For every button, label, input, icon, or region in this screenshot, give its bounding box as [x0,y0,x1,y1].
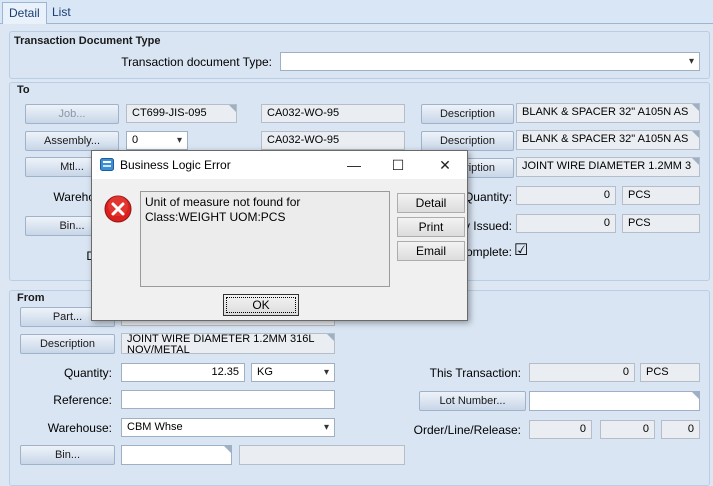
from-bin-button[interactable]: Bin... [20,445,115,465]
from-quantity-label: Quantity: [63,366,112,380]
complete-checkbox[interactable]: ☑ [514,243,530,259]
to-group-title: To [17,84,30,96]
reference-input[interactable] [121,390,335,409]
release-field: 0 [661,420,700,439]
to-description-field-1[interactable]: BLANK & SPACER 32" A105N AS [516,103,700,123]
ok-button[interactable]: OK [223,294,299,316]
error-message: Unit of measure not found for Class:WEIG… [140,191,390,287]
qty-issued-uom: PCS [622,214,700,233]
from-description-button[interactable]: Description [20,334,115,354]
from-group-title: From [17,292,45,304]
from-bin-description [239,445,405,465]
job-button[interactable]: Job... [25,104,119,124]
tab-detail[interactable]: Detail [2,2,47,24]
this-transaction-field: 0 [529,363,635,382]
assembly-description-field: CA032-WO-95 [261,131,405,150]
order-line-release-label: Order/Line/Release: [413,423,521,437]
print-button[interactable]: Print [397,217,465,237]
lot-number-button[interactable]: Lot Number... [419,391,526,411]
business-logic-error-dialog: Business Logic Error — ☐ ✕ Unit of measu… [91,150,468,321]
from-bin-input[interactable] [121,445,232,465]
tab-list[interactable]: List [46,2,77,24]
from-warehouse-dropdown[interactable]: CBM Whse [121,418,335,437]
this-transaction-label: This Transaction: [429,366,521,380]
minimize-button[interactable]: — [337,155,371,175]
to-description-field-3[interactable]: JOINT WIRE DIAMETER 1.2MM 3 [516,157,700,177]
to-warehouse-label: Wareho [53,190,95,204]
to-description-button-1[interactable]: Description [421,104,514,124]
this-transaction-uom: PCS [640,363,700,382]
job-description-field: CA032-WO-95 [261,104,405,123]
tab-bar [0,0,713,24]
line-field: 0 [600,420,655,439]
to-description-button-2[interactable]: Description [421,131,514,151]
transaction-doc-type-dropdown[interactable] [280,52,700,71]
maximize-button[interactable]: ☐ [381,155,415,175]
error-icon [104,195,132,223]
to-quantity-uom: PCS [622,186,700,205]
order-field: 0 [529,420,592,439]
close-button[interactable]: ✕ [428,155,462,175]
to-quantity-field: 0 [516,186,616,205]
assembly-button[interactable]: Assembly... [25,131,119,151]
dialog-title: Business Logic Error [120,158,231,172]
app-icon [100,158,114,171]
from-warehouse-label: Warehouse: [47,421,112,435]
assembly-dropdown[interactable]: 0 [126,131,188,150]
reference-label: Reference: [53,393,112,407]
email-button[interactable]: Email [397,241,465,261]
qty-issued-field: 0 [516,214,616,233]
from-description-field[interactable]: JOINT WIRE DIAMETER 1.2MM 316L NOV/METAL [121,333,335,354]
detail-button[interactable]: Detail [397,193,465,213]
from-uom-dropdown[interactable]: KG [251,363,335,382]
lot-number-input[interactable] [529,391,700,411]
from-quantity-input[interactable]: 12.35 [121,363,245,382]
to-description-field-2[interactable]: BLANK & SPACER 32" A105N AS [516,130,700,150]
job-field[interactable]: CT699-JIS-095 [126,104,237,123]
transaction-doc-type-title: Transaction Document Type [14,35,161,47]
transaction-doc-type-label: Transaction document Type: [121,55,272,69]
